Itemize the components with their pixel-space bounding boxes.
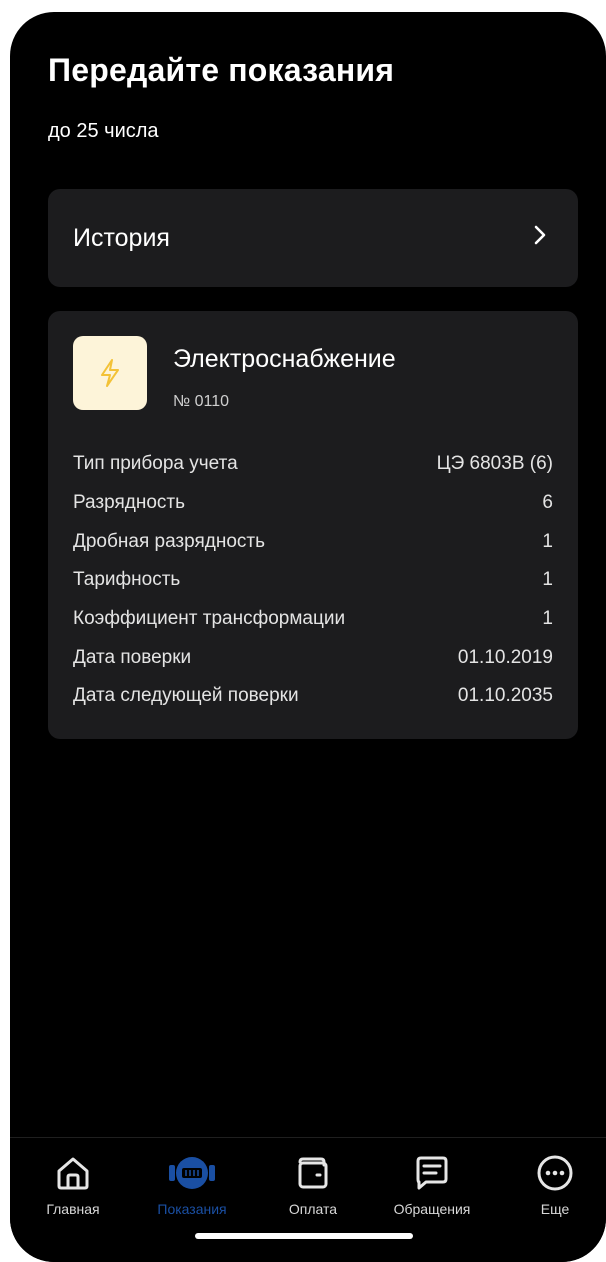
property-label: Дата поверки bbox=[73, 646, 192, 668]
tab-requests[interactable]: Обращения bbox=[372, 1138, 492, 1228]
property-row: Дата следующей поверки 01.10.2035 bbox=[73, 677, 553, 716]
chevron-right-icon bbox=[534, 225, 546, 245]
property-label: Разрядность bbox=[73, 492, 185, 514]
property-value: ЦЭ 6803В (6) bbox=[436, 453, 553, 475]
property-value: 1 bbox=[542, 608, 553, 630]
property-row: Разрядность 6 bbox=[73, 484, 553, 523]
message-icon bbox=[416, 1156, 448, 1190]
meter-name: Электроснабжение bbox=[173, 345, 396, 373]
history-button[interactable]: История bbox=[48, 189, 578, 287]
tab-home[interactable]: Главная bbox=[13, 1138, 133, 1228]
property-label: Тип прибора учета bbox=[73, 453, 238, 475]
page-subtitle: до 25 числа bbox=[48, 120, 159, 142]
screen: Передайте показания до 25 числа История … bbox=[10, 12, 606, 1262]
property-label: Коэффициент трансформации bbox=[73, 608, 346, 630]
tab-label: Показания bbox=[157, 1201, 227, 1217]
tab-payment[interactable]: Оплата bbox=[253, 1138, 373, 1228]
page-title: Передайте показания bbox=[48, 52, 395, 88]
wallet-icon bbox=[298, 1157, 328, 1189]
property-row: Дата поверки 01.10.2019 bbox=[73, 638, 553, 677]
tab-more[interactable]: Еще bbox=[495, 1138, 606, 1228]
property-value: 01.10.2019 bbox=[457, 646, 553, 668]
property-row: Дробная разрядность 1 bbox=[73, 522, 553, 561]
tab-label: Обращения bbox=[393, 1201, 471, 1217]
property-value: 6 bbox=[542, 492, 553, 514]
meter-icon-box bbox=[73, 336, 147, 410]
property-row: Тарифность 1 bbox=[73, 561, 553, 600]
property-row: Коэффициент трансформации 1 bbox=[73, 600, 553, 639]
property-value: 01.10.2035 bbox=[457, 685, 553, 707]
history-label: История bbox=[73, 224, 170, 252]
home-indicator bbox=[195, 1233, 413, 1239]
meter-card[interactable]: Электроснабжение № 0110 Тип прибора учет… bbox=[48, 311, 578, 739]
home-icon bbox=[57, 1157, 89, 1190]
property-value: 1 bbox=[542, 530, 553, 552]
property-value: 1 bbox=[542, 569, 553, 591]
meter-number: № 0110 bbox=[173, 393, 230, 410]
meter-properties: Тип прибора учета ЦЭ 6803В (6) Разряднос… bbox=[73, 445, 553, 716]
more-icon bbox=[537, 1155, 573, 1191]
property-row: Тип прибора учета ЦЭ 6803В (6) bbox=[73, 445, 553, 484]
meter-icon bbox=[169, 1157, 215, 1189]
tab-label: Оплата bbox=[288, 1201, 338, 1217]
tab-label: Главная bbox=[46, 1201, 100, 1217]
bottom-tab-bar: Главная Показания Оплата Обращения Еще bbox=[10, 1137, 606, 1262]
tab-meters[interactable]: Показания bbox=[132, 1138, 252, 1228]
property-label: Дробная разрядность bbox=[73, 530, 266, 552]
property-label: Дата следующей поверки bbox=[73, 685, 299, 707]
tab-label: Еще bbox=[540, 1201, 570, 1217]
property-label: Тарифность bbox=[73, 569, 181, 591]
lightning-icon bbox=[101, 359, 119, 387]
